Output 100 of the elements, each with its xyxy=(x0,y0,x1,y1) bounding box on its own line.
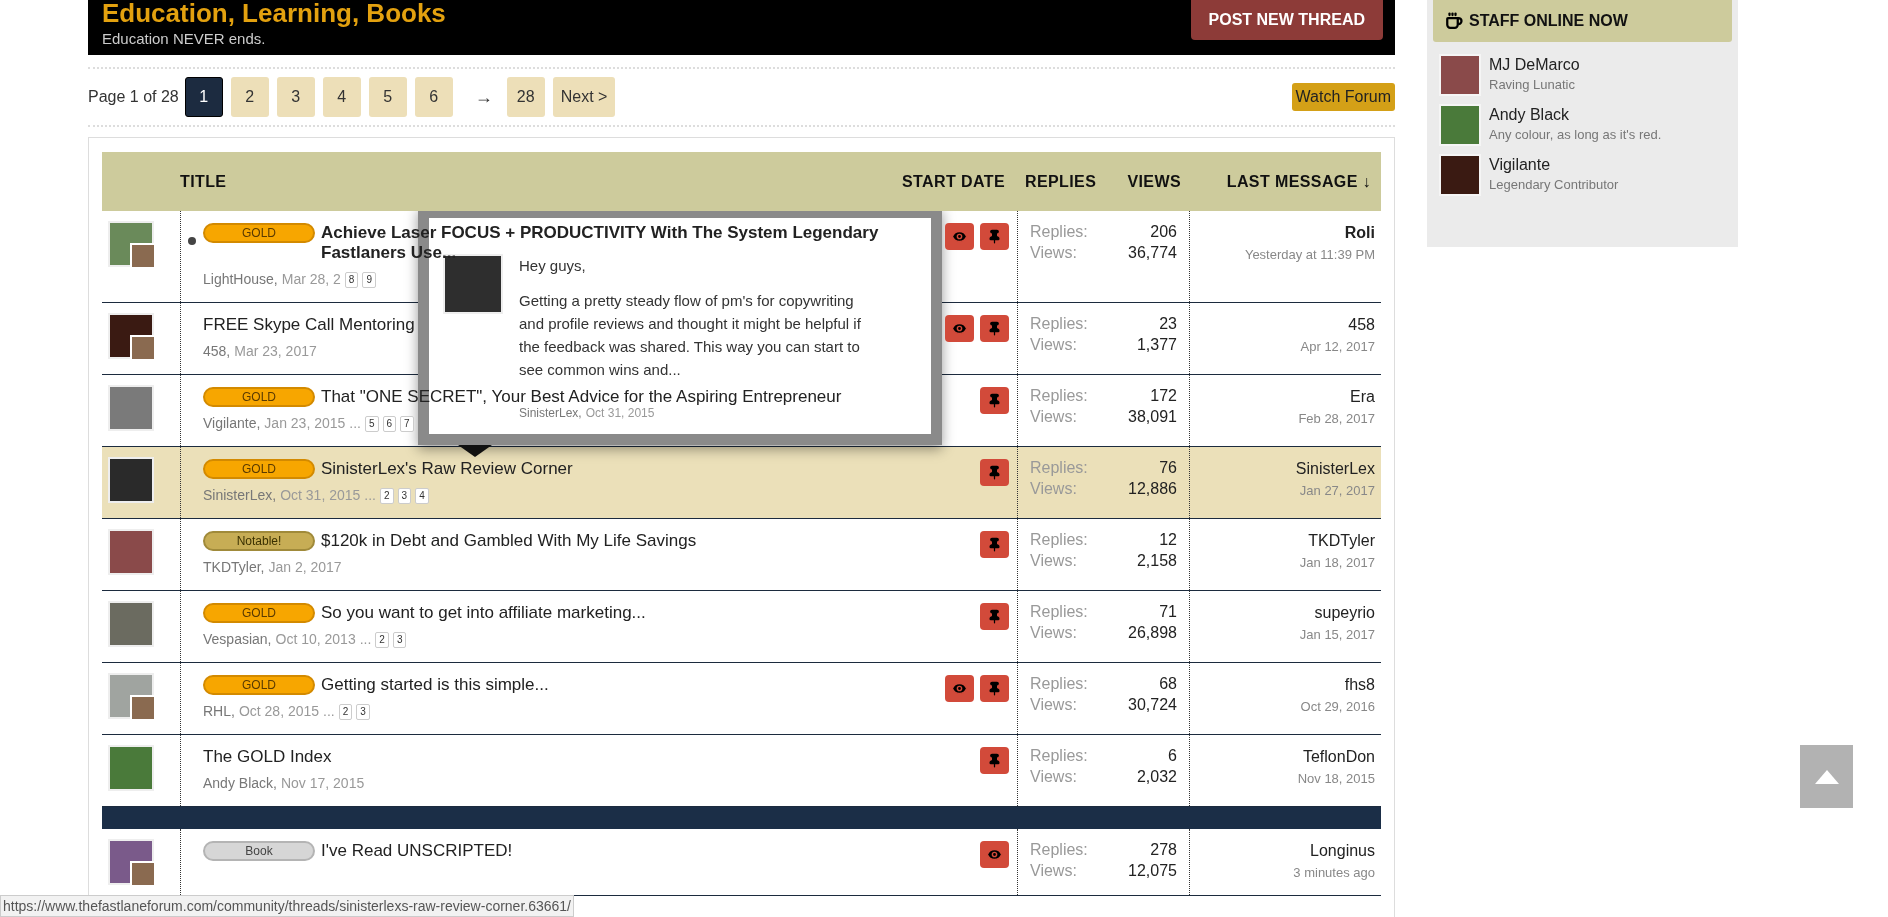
page-button[interactable]: 4 xyxy=(322,77,361,117)
pin-icon[interactable] xyxy=(980,675,1009,702)
page-button[interactable]: 2 xyxy=(230,77,269,117)
author-name[interactable]: RHL, xyxy=(203,701,235,722)
column-header[interactable]: VIEWS xyxy=(1127,169,1181,194)
staff-avatar-image[interactable] xyxy=(1439,54,1481,96)
ellipsis-text: ... xyxy=(349,414,361,433)
preview-text: Hey guys, xyxy=(519,256,587,276)
column-header[interactable]: LAST MESSAGE ↓ xyxy=(1226,172,1371,190)
last-poster[interactable]: 458 xyxy=(1348,315,1375,335)
author-name[interactable]: Andy Black, xyxy=(203,773,277,794)
page-button[interactable]: Next > xyxy=(552,77,616,117)
page-button[interactable]: 5 xyxy=(368,77,407,117)
start-date: Jan 2, 2017 xyxy=(268,558,342,577)
replies-label: Replies: xyxy=(1030,458,1088,478)
page-link[interactable]: 7 xyxy=(400,415,414,432)
column-header[interactable]: REPLIES xyxy=(1025,169,1097,194)
avatar-image[interactable] xyxy=(108,457,154,503)
last-poster[interactable]: fhs8 xyxy=(1344,675,1375,695)
views-count: 26,898 xyxy=(1128,623,1177,643)
pin-icon[interactable] xyxy=(980,531,1009,558)
staff-avatar-image[interactable] xyxy=(1439,154,1481,196)
last-poster[interactable]: TKDTyler xyxy=(1308,531,1375,551)
last-post-date[interactable]: 3 minutes ago xyxy=(1293,863,1375,883)
page-link[interactable]: 9 xyxy=(362,271,376,288)
watched-icon[interactable] xyxy=(945,223,974,250)
page-link[interactable]: 2 xyxy=(375,631,389,648)
thread-title[interactable]: So you want to get into affiliate marketing... xyxy=(321,603,646,623)
author-name[interactable]: TKDTyler, xyxy=(203,557,265,578)
page-button[interactable]: 1 xyxy=(184,77,223,117)
author-name[interactable]: LightHouse, xyxy=(203,269,278,290)
last-post-date[interactable]: Jan 15, 2017 xyxy=(1299,625,1375,645)
page-link[interactable]: 2 xyxy=(338,703,353,720)
thread-title[interactable]: FREE Skype Call Mentoring xyxy=(203,315,415,335)
last-post-date[interactable]: Apr 12, 2017 xyxy=(1300,337,1375,357)
last-post-date[interactable]: Nov 18, 2015 xyxy=(1297,769,1375,789)
author-name[interactable]: Vigilante, xyxy=(203,413,261,434)
last-poster[interactable]: Longinus xyxy=(1310,841,1375,861)
column-header[interactable]: TITLE xyxy=(180,169,227,194)
page-link[interactable]: 4 xyxy=(415,487,429,504)
last-poster[interactable]: supeyrio xyxy=(1314,603,1375,623)
replies-label: Replies: xyxy=(1030,386,1088,406)
sidebar-title: STAFF ONLINE NOW xyxy=(1469,11,1628,31)
prefix-label[interactable]: GOLD xyxy=(203,223,315,243)
watch-forum-button[interactable]: Watch Forum xyxy=(1291,83,1395,111)
prefix-label[interactable]: Book xyxy=(203,841,315,861)
poster-avatar-image[interactable] xyxy=(130,335,156,361)
column-header[interactable]: START DATE xyxy=(902,169,1005,194)
prefix-label[interactable]: GOLD xyxy=(203,603,315,623)
pin-icon[interactable] xyxy=(980,223,1009,250)
prefix-label[interactable]: Notable! xyxy=(203,531,315,551)
staff-name[interactable]: Andy Black xyxy=(1489,104,1570,126)
last-post-date[interactable]: Yesterday at 11:39 PM xyxy=(1244,245,1375,265)
thread-title[interactable]: The GOLD Index xyxy=(203,747,332,767)
watched-icon[interactable] xyxy=(980,841,1009,868)
last-poster[interactable]: Era xyxy=(1350,387,1375,407)
page-link[interactable]: 8 xyxy=(344,271,359,288)
pin-icon[interactable] xyxy=(980,603,1009,630)
last-poster[interactable]: SinisterLex xyxy=(1295,459,1375,479)
thread-title[interactable]: Getting started is this simple... xyxy=(321,675,549,695)
poster-avatar-image[interactable] xyxy=(130,695,156,721)
prefix-label[interactable]: GOLD xyxy=(203,387,315,407)
thread-title[interactable]: $120k in Debt and Gambled With My Life Savings xyxy=(321,531,697,551)
poster-avatar-image[interactable] xyxy=(130,861,156,887)
watched-icon[interactable] xyxy=(945,675,974,702)
last-post-date[interactable]: Jan 18, 2017 xyxy=(1299,553,1375,573)
page-link[interactable]: 2 xyxy=(380,487,394,504)
author-name[interactable]: 458, xyxy=(203,341,231,362)
pin-icon[interactable] xyxy=(980,387,1009,414)
poster-avatar-image[interactable] xyxy=(130,243,156,269)
page-button[interactable]: 3 xyxy=(276,77,315,117)
avatar-image[interactable] xyxy=(108,313,154,359)
pin-icon[interactable] xyxy=(980,315,1009,342)
post-thread-button[interactable]: POST NEW THREAD xyxy=(1190,0,1383,40)
watched-icon[interactable] xyxy=(945,315,974,342)
page-link[interactable]: 3 xyxy=(397,487,412,504)
thread-title[interactable]: SinisterLex's Raw Review Corner xyxy=(321,459,573,479)
page-link[interactable]: 6 xyxy=(382,415,397,432)
page-button[interactable]: 6 xyxy=(414,77,453,117)
page-link[interactable]: 3 xyxy=(356,703,370,720)
staff-name[interactable]: MJ DeMarco xyxy=(1489,54,1580,76)
page-link[interactable]: 5 xyxy=(365,415,379,432)
prefix-label[interactable]: GOLD xyxy=(203,459,315,479)
author-name[interactable]: SinisterLex, xyxy=(203,485,277,506)
prefix-label[interactable]: GOLD xyxy=(203,675,315,695)
thread-title[interactable]: That "ONE SECRET", Your Best Advice for the Aspiring Entrepreneur xyxy=(321,387,842,407)
page-button[interactable]: 28 xyxy=(506,77,545,117)
staff-name[interactable]: Vigilante xyxy=(1489,154,1551,176)
replies-count: 71 xyxy=(1159,602,1177,622)
thread-title[interactable]: I've Read UNSCRIPTED! xyxy=(321,841,513,861)
last-poster[interactable]: Roli xyxy=(1344,223,1375,243)
page-link[interactable]: 3 xyxy=(392,631,407,648)
last-poster[interactable]: TeflonDon xyxy=(1302,747,1375,767)
pin-icon[interactable] xyxy=(980,747,1009,774)
last-post-date[interactable]: Feb 28, 2017 xyxy=(1298,409,1375,429)
up-triangle-icon xyxy=(1814,769,1839,784)
pin-icon[interactable] xyxy=(980,459,1009,486)
views-label: Views: xyxy=(1030,551,1077,571)
author-name[interactable]: Vespasian, xyxy=(203,629,272,650)
last-post-date[interactable]: Oct 29, 2016 xyxy=(1300,697,1375,717)
